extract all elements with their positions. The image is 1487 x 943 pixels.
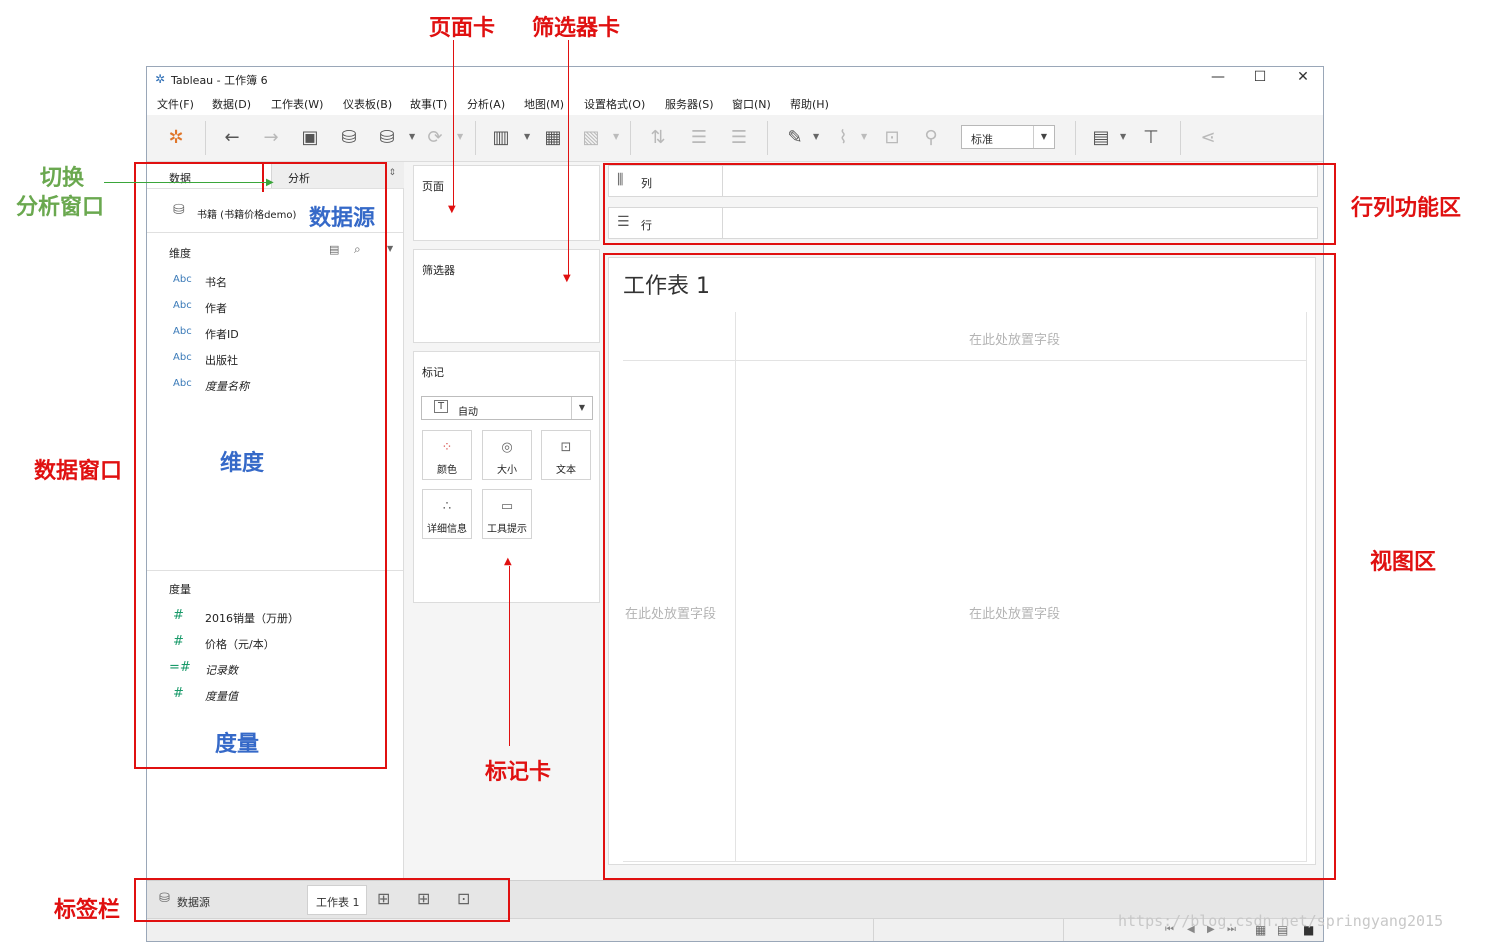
duplicate-icon[interactable]: ▦ [541, 127, 565, 149]
menu-story[interactable]: 故事(T) [410, 96, 447, 112]
menu-worksheet[interactable]: 工作表(W) [271, 96, 323, 112]
show-cards-icon[interactable]: ▤ [1089, 127, 1113, 149]
mark-button-label: 颜色 [437, 465, 457, 476]
sort-arrows-icon: ⇕ [388, 168, 396, 178]
new-worksheet-icon[interactable]: ▥ [489, 127, 513, 149]
rowcol-annotation: 行列功能区 [1351, 196, 1462, 221]
refresh-icon[interactable]: ⟳ [423, 127, 447, 149]
menu-server[interactable]: 服务器(S) [665, 96, 714, 112]
chevron-down-icon[interactable]: ▼ [813, 132, 819, 141]
sort-asc-icon[interactable]: ☰ [687, 127, 711, 149]
chevron-down-icon[interactable]: ▼ [571, 397, 592, 419]
filters-card-annotation: 筛选器卡 [532, 16, 621, 41]
tab-bar-box [134, 878, 510, 922]
text-icon: ⊡ [560, 440, 572, 455]
tooltip-mark-button[interactable]: ▭ 工具提示 [482, 489, 532, 539]
menu-analysis[interactable]: 分析(A) [467, 96, 505, 112]
marks-card-title: 标记 [422, 366, 444, 379]
menu-data[interactable]: 数据(D) [212, 96, 251, 112]
detail-mark-button[interactable]: ∴ 详细信息 [422, 489, 472, 539]
sort-desc-icon[interactable]: ☰ [727, 127, 751, 149]
mark-type-value: 自动 [458, 407, 478, 418]
watermark: https://blog.csdn.net/springyang2015 [1118, 912, 1444, 930]
label-icon[interactable]: ⊡ [880, 127, 904, 149]
chevron-down-icon[interactable]: ▼ [524, 132, 530, 141]
menu-bar: 文件(F) 数据(D) 工作表(W) 仪表板(B) 故事(T) 分析(A) 地图… [147, 91, 1323, 115]
filters-card[interactable]: 筛选器 [413, 249, 600, 343]
menu-window[interactable]: 窗口(N) [732, 96, 771, 112]
size-icon: ◎ [501, 440, 513, 455]
rowcol-box [603, 163, 1336, 245]
measures-annotation: 度量 [215, 732, 260, 757]
share-icon[interactable]: ⋖ [1196, 127, 1220, 149]
chevron-down-icon[interactable]: ▼ [387, 244, 393, 253]
menu-map[interactable]: 地图(M) [524, 96, 564, 112]
label-mark-button[interactable]: ⊡ 文本 [541, 430, 591, 480]
clear-sheet-icon[interactable]: ▧ [579, 127, 603, 149]
data-window-annotation: 数据窗口 [34, 459, 123, 484]
group-icon[interactable]: ⌇ [831, 127, 855, 149]
chevron-down-icon[interactable]: ▼ [1120, 132, 1126, 141]
window-title: Tableau - 工作簿 6 [171, 74, 268, 87]
pages-card[interactable]: 页面 [413, 165, 600, 241]
pages-card-title: 页面 [422, 180, 444, 193]
tab-bar-annotation: 标签栏 [54, 898, 121, 923]
swap-icon[interactable]: ⇅ [646, 127, 670, 149]
tableau-logo-icon[interactable]: ✲ [164, 127, 188, 149]
detail-icon: ∴ [442, 499, 452, 514]
toolbar: ✲ ← → ▣ ⛁ ⛁ ▼ ⟳ ▼ ▥ ▼ ▦ ▧ ▼ ⇅ ☰ ☰ ✎ ▼ ⌇ … [147, 115, 1323, 162]
size-mark-button[interactable]: ◎ 大小 [482, 430, 532, 480]
mark-button-label: 文本 [556, 465, 576, 476]
mark-type-select[interactable]: T 自动 ▼ [421, 396, 593, 420]
new-datasource-icon[interactable]: ⛁ [337, 127, 361, 149]
marks-card-annotation: 标记卡 [485, 760, 552, 785]
presentation-icon[interactable]: ⊤ [1139, 127, 1163, 149]
tableau-logo-icon: ✲ [155, 72, 166, 86]
menu-help[interactable]: 帮助(H) [790, 96, 829, 112]
close-button[interactable]: ✕ [1288, 69, 1318, 85]
switch-annotation-line2: 分析窗口 [16, 195, 105, 220]
title-bar: ✲ Tableau - 工作簿 6 — ☐ ✕ [147, 67, 1323, 91]
menu-format[interactable]: 设置格式(O) [584, 96, 645, 112]
highlight-icon[interactable]: ✎ [783, 127, 807, 149]
fit-select[interactable]: 标准 ▼ [961, 125, 1055, 149]
forward-icon[interactable]: → [259, 127, 283, 149]
view-box [603, 253, 1336, 880]
mark-button-label: 详细信息 [427, 524, 467, 535]
back-icon[interactable]: ← [220, 127, 244, 149]
chevron-down-icon[interactable]: ▼ [457, 132, 463, 141]
color-icon: ⁘ [441, 440, 453, 455]
filters-card-title: 筛选器 [422, 264, 455, 277]
menu-file[interactable]: 文件(F) [157, 96, 194, 112]
view-area-annotation: 视图区 [1370, 550, 1437, 575]
maximize-button[interactable]: ☐ [1245, 69, 1275, 85]
datasource-annotation: 数据源 [309, 206, 376, 231]
fit-select-value: 标准 [971, 133, 993, 146]
tooltip-icon: ▭ [500, 499, 514, 514]
pin-icon[interactable]: ⚲ [919, 127, 943, 149]
mark-button-label: 工具提示 [487, 524, 527, 535]
chevron-down-icon[interactable]: ▼ [613, 132, 619, 141]
chevron-down-icon[interactable]: ▼ [861, 132, 867, 141]
dimensions-annotation: 维度 [220, 451, 265, 476]
pages-card-annotation: 页面卡 [429, 16, 496, 41]
chevron-down-icon[interactable]: ▼ [1033, 126, 1054, 148]
text-mark-icon: T [434, 400, 449, 413]
menu-dashboard[interactable]: 仪表板(B) [343, 96, 392, 112]
pause-autoupdate-icon[interactable]: ⛁ [375, 127, 399, 149]
chevron-down-icon[interactable]: ▼ [409, 132, 415, 141]
color-mark-button[interactable]: ⁘ 颜色 [422, 430, 472, 480]
mark-button-label: 大小 [497, 465, 517, 476]
switch-annotation-line1: 切换 [40, 166, 85, 191]
minimize-button[interactable]: — [1203, 69, 1233, 85]
save-icon[interactable]: ▣ [298, 127, 322, 149]
